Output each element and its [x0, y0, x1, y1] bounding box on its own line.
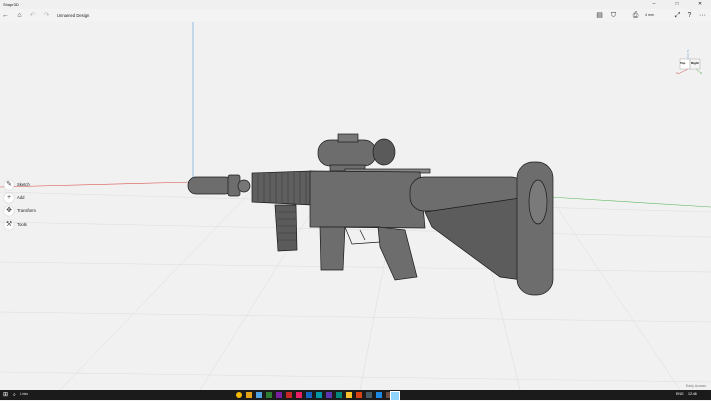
- app-icon[interactable]: [286, 392, 292, 398]
- print-icon[interactable]: ⎙: [630, 10, 641, 21]
- store-icon[interactable]: [256, 392, 262, 398]
- app-icon[interactable]: [276, 392, 282, 398]
- 3d-viewport[interactable]: ✎ Sketch + Add ✥ Transform ⚒ Tools Top R…: [0, 22, 711, 390]
- maximize-button[interactable]: □: [666, 0, 688, 9]
- more-icon[interactable]: ···: [697, 10, 708, 21]
- help-icon[interactable]: ?: [684, 10, 695, 21]
- move-icon: ✥: [4, 206, 14, 216]
- tools-icon: ⚒: [4, 220, 14, 230]
- expand-icon[interactable]: ⤢: [672, 10, 683, 21]
- app-icon[interactable]: [266, 392, 272, 398]
- sidebar-item-label: Tools: [17, 222, 27, 227]
- clock[interactable]: 12:46: [688, 392, 697, 396]
- app-icon[interactable]: [346, 392, 352, 398]
- rifle-model[interactable]: [187, 133, 554, 296]
- y-axis-label: Y: [700, 71, 703, 75]
- early-access-label: Early Access: [686, 384, 707, 388]
- viewcube-top-label[interactable]: Top: [680, 61, 685, 65]
- view-cube[interactable]: Top Right Z X Y: [676, 49, 704, 77]
- app-icon[interactable]: [376, 392, 382, 398]
- language-indicator[interactable]: ENG: [676, 392, 684, 396]
- document-title[interactable]: Unnamed Design: [57, 13, 89, 18]
- pencil-icon: ✎: [4, 180, 14, 190]
- windows-start-icon[interactable]: ⊞: [3, 392, 9, 398]
- redo-icon[interactable]: ↷: [41, 10, 52, 21]
- x-axis-label: X: [676, 71, 679, 75]
- app-icon[interactable]: [296, 392, 302, 398]
- app-title: Shapr3D: [3, 2, 19, 7]
- app-icon[interactable]: [316, 392, 322, 398]
- back-icon[interactable]: ←: [0, 10, 11, 21]
- zoom-level[interactable]: 4 mm: [645, 13, 654, 17]
- z-axis-label: Z: [687, 49, 689, 53]
- search-icon[interactable]: ⌕: [13, 392, 19, 398]
- file-explorer-icon[interactable]: [246, 392, 252, 398]
- sidebar-item-sketch[interactable]: ✎ Sketch: [4, 180, 44, 191]
- taskbar: ⊞ ⌕ Links ENG 12:46: [0, 390, 711, 401]
- plus-icon: +: [4, 193, 14, 203]
- app-icon[interactable]: [366, 392, 372, 398]
- sidebar-item-transform[interactable]: ✥ Transform: [4, 206, 44, 217]
- minimize-button[interactable]: –: [643, 0, 665, 9]
- taskbar-search-input[interactable]: Links: [20, 392, 28, 396]
- app-icon[interactable]: [306, 392, 312, 398]
- sidebar-item-add[interactable]: + Add: [4, 193, 44, 204]
- top-toolbar: ← ⌂ ↶ ↷ Unnamed Design ▤ ⛉ ⎙ 4 mm ⤢ ? ··…: [0, 9, 711, 22]
- layers-icon[interactable]: ▤: [594, 10, 605, 21]
- viewcube-right-label[interactable]: Right: [691, 61, 699, 65]
- app-icon[interactable]: [326, 392, 332, 398]
- title-bar: Shapr3D – □ ✕: [0, 0, 711, 9]
- scene-canvas[interactable]: [0, 22, 711, 390]
- home-icon[interactable]: ⌂: [14, 10, 25, 21]
- shield-icon[interactable]: ⛉: [608, 10, 619, 21]
- sidebar-item-label: Sketch: [17, 182, 30, 187]
- close-button[interactable]: ✕: [689, 0, 711, 9]
- app-icon[interactable]: [336, 392, 342, 398]
- app-icon[interactable]: [356, 392, 362, 398]
- undo-icon[interactable]: ↶: [27, 10, 38, 21]
- chrome-icon[interactable]: [236, 392, 242, 398]
- y-axis-line: [549, 196, 711, 208]
- sidebar-item-label: Add: [17, 195, 25, 200]
- sidebar-item-tools[interactable]: ⚒ Tools: [4, 220, 44, 231]
- sidebar-item-label: Transform: [17, 208, 36, 213]
